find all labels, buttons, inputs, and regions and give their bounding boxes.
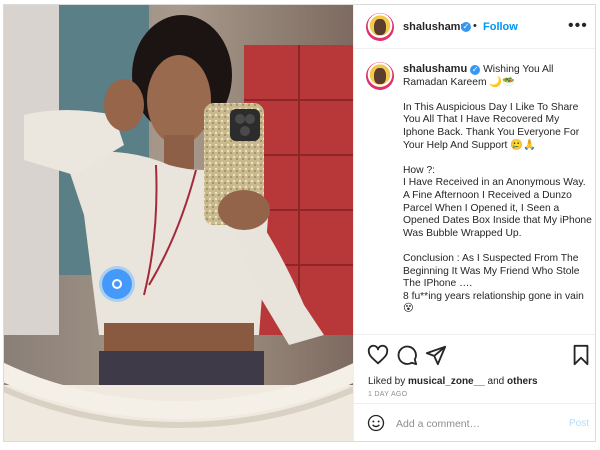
caption-para1: In This Auspicious Day I Like To Share Y… [403, 101, 580, 151]
instagram-post: shalushamu ✓ • Follow ••• shalushamu ✓ Wi… [3, 4, 596, 442]
post-side-panel: shalushamu ✓ • Follow ••• shalushamu ✓ Wi… [353, 5, 595, 441]
likes-prefix: Liked by [368, 376, 406, 387]
post-timestamp[interactable]: 1 DAY AGO [368, 391, 407, 398]
verified-icon: ✓ [461, 22, 471, 32]
caption-text: shalushamu ✓ Wishing You All Ramadan Kare… [403, 63, 593, 328]
post-comment-button[interactable]: Post [569, 418, 589, 429]
caption-section: shalushamu ✓ Wishing You All Ramadan Kare… [354, 49, 595, 335]
tag-indicator-icon[interactable] [102, 269, 132, 299]
follow-button[interactable]: Follow [483, 21, 518, 33]
comment-icon[interactable] [396, 344, 418, 366]
caption-para2: How ?: I Have Received in an Anonymous W… [403, 164, 592, 239]
caption-avatar[interactable] [366, 62, 394, 90]
likes-others-link[interactable]: others [507, 376, 538, 387]
caption-verified-icon: ✓ [470, 65, 481, 75]
liked-by-user-link[interactable]: musical_zone__ [408, 376, 485, 387]
avatar[interactable] [366, 13, 394, 41]
caption-para3: Conclusion : As I Suspected From The Beg… [403, 252, 584, 315]
mirror-selfie-image [4, 5, 353, 441]
heart-icon[interactable] [367, 344, 389, 366]
post-header: shalushamu ✓ • Follow ••• [354, 5, 595, 49]
likes-summary: Liked by musical_zone__ and others [368, 376, 538, 387]
more-options-icon[interactable]: ••• [568, 17, 588, 35]
comment-bar: Post [354, 403, 595, 441]
likes-conj: and [487, 376, 505, 387]
separator-dot: • [473, 20, 477, 32]
caption-username-link[interactable]: shalushamu [403, 63, 467, 75]
username-link[interactable]: shalushamu [403, 21, 467, 33]
save-icon[interactable] [570, 344, 592, 366]
comment-input[interactable] [396, 414, 556, 434]
action-bar [354, 335, 595, 373]
emoji-icon[interactable] [367, 414, 385, 432]
post-photo[interactable] [4, 5, 353, 441]
share-icon[interactable] [425, 344, 447, 366]
